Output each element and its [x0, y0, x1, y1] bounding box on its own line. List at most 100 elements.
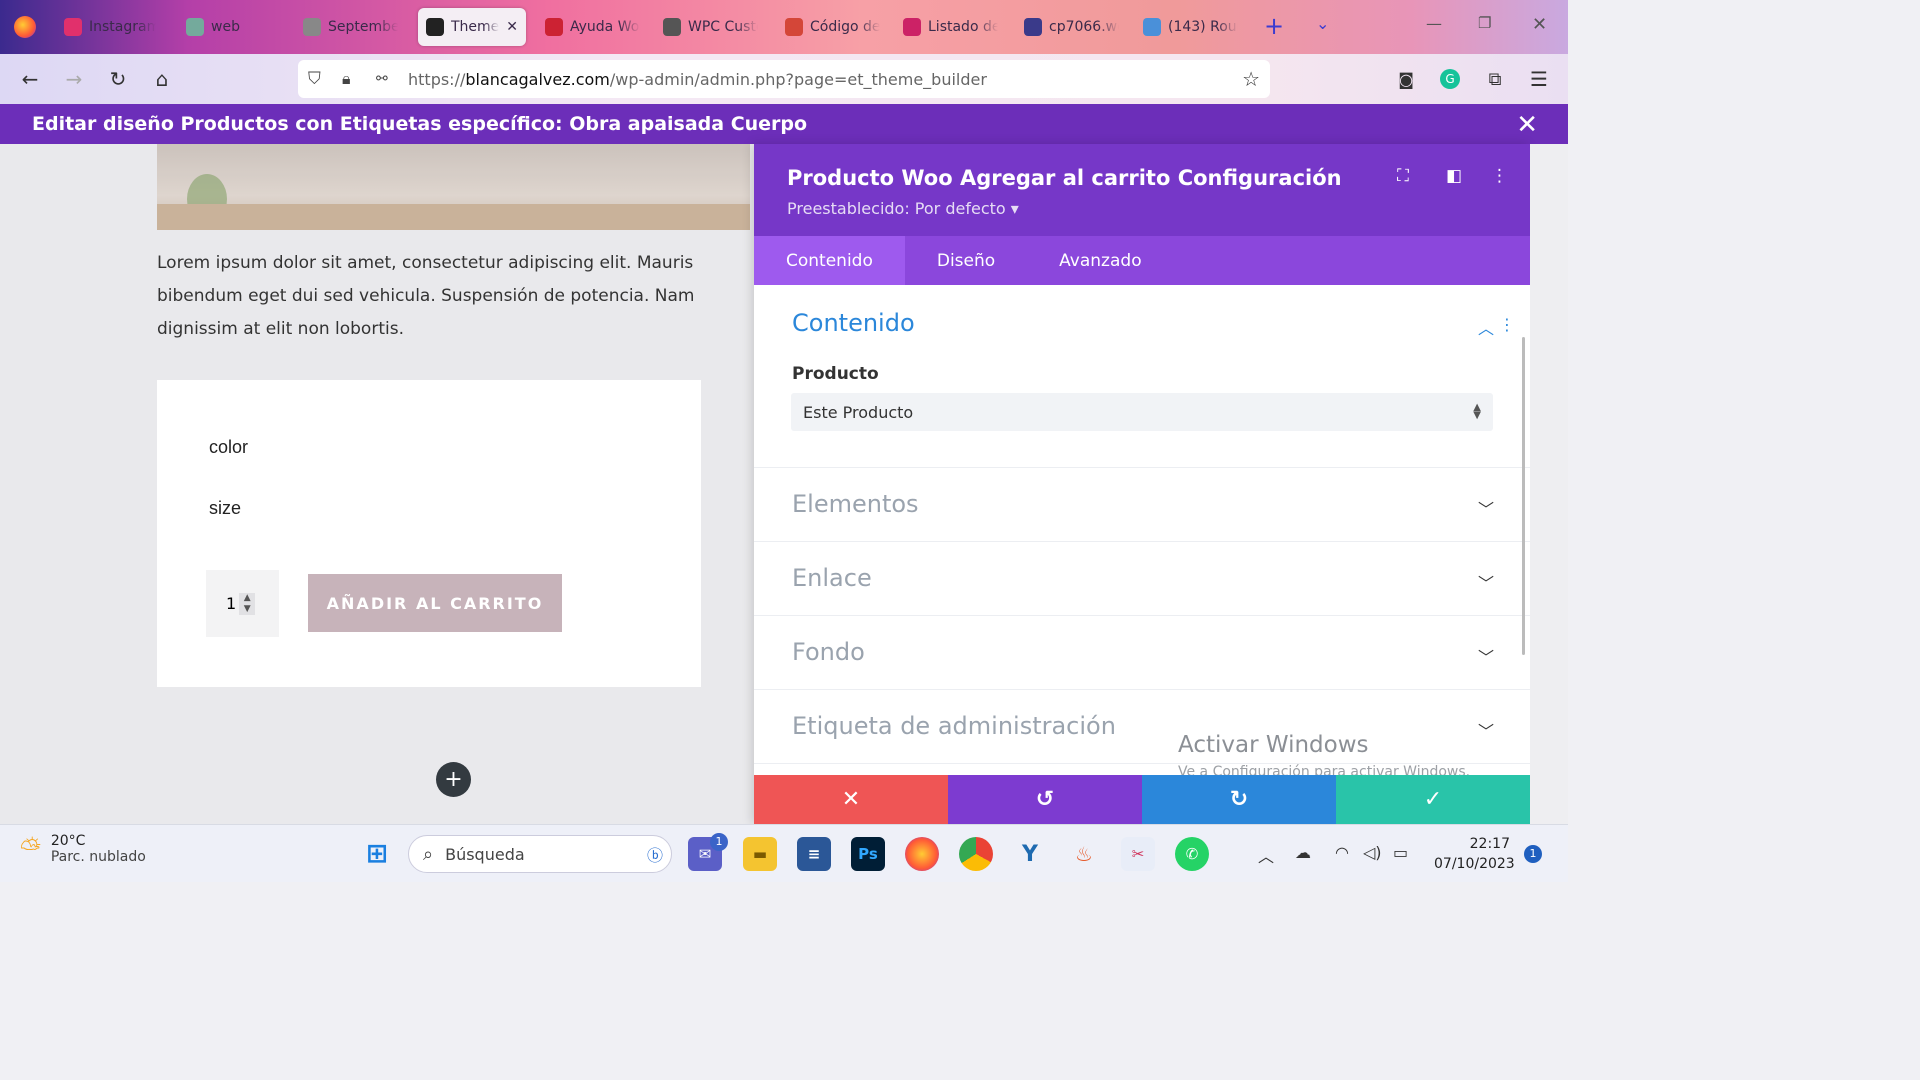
firefox-menu-icon[interactable]	[14, 16, 36, 38]
minimize-button[interactable]: —	[1426, 14, 1442, 33]
tab-diseno[interactable]: Diseño	[905, 236, 1027, 285]
tab-list-chevron-icon[interactable]: ⌄	[1316, 14, 1329, 33]
tray-expand-icon[interactable]: ︿	[1258, 843, 1274, 867]
extensions-icon[interactable]: ⧉	[1483, 67, 1507, 91]
close-builder-icon[interactable]: ✕	[1516, 110, 1538, 140]
temperature: 20°C	[50, 833, 86, 849]
gmail-icon	[785, 18, 803, 36]
tab-contenido[interactable]: Contenido	[754, 236, 905, 285]
discard-button[interactable]: ✕	[754, 775, 948, 824]
quantity-input[interactable]: 1 ▲ ▼	[206, 570, 279, 637]
back-icon[interactable]: ←	[18, 67, 42, 91]
yarn-icon[interactable]: Y	[1013, 837, 1047, 871]
add-module-button[interactable]: +	[436, 762, 471, 797]
browser-tab[interactable]: Ayuda Wo	[545, 8, 640, 46]
address-bar[interactable]: ⛉ 🔒︎ ⚯ https://blancagalvez.com/wp-admin…	[298, 60, 1270, 98]
battery-icon[interactable]: ▭	[1393, 843, 1408, 862]
notification-badge[interactable]: 1	[1524, 845, 1542, 863]
tab-label: Listado de	[928, 19, 998, 35]
size-attribute-label: size	[209, 498, 242, 518]
grammarly-icon[interactable]: G	[1438, 67, 1462, 91]
whatsapp-icon[interactable]: ✆	[1175, 837, 1209, 871]
chevron-down-icon[interactable]: ﹀	[1478, 718, 1494, 742]
new-tab-button[interactable]: +	[1264, 12, 1284, 40]
wifi-icon[interactable]: ◠	[1335, 843, 1349, 862]
firefox-icon[interactable]	[905, 837, 939, 871]
more-options-icon[interactable]: ⋮	[1491, 166, 1508, 186]
section-options-icon[interactable]: ⋮	[1499, 315, 1515, 334]
browser-tab[interactable]: cp7066.we	[1024, 8, 1119, 46]
lock-icon[interactable]: 🔒︎	[342, 69, 351, 89]
tab-label: WPC Custo	[688, 19, 758, 35]
pocket-icon[interactable]: ◙	[1394, 67, 1418, 91]
panel-tabs: Contenido Diseño Avanzado	[754, 236, 1530, 285]
browser-tab[interactable]: Código de	[785, 8, 880, 46]
redo-button[interactable]: ↻	[1142, 775, 1336, 824]
bookmark-star-icon[interactable]: ☆	[1242, 67, 1260, 91]
close-tab-icon[interactable]: ✕	[506, 19, 518, 35]
windows-taskbar: ⛅︎ 20°C Parc. nublado ⊞ ⌕ Búsqueda ⓑ ✉ 1 …	[0, 824, 1568, 882]
browser-tab[interactable]: Instagram	[64, 8, 156, 46]
page-preview: Lorem ipsum dolor sit amet, consectetur …	[0, 144, 754, 824]
close-window-button[interactable]: ✕	[1532, 14, 1547, 35]
panel-scrollbar[interactable]	[1522, 337, 1525, 655]
section-title: Enlace	[792, 564, 872, 592]
chevron-up-icon[interactable]: ︿	[1478, 315, 1494, 339]
weather-widget[interactable]: ⛅︎ 20°C Parc. nublado	[20, 833, 146, 865]
preset-selector[interactable]: Preestablecido: Por defecto ▾	[787, 199, 1019, 218]
section-enlace[interactable]: Enlace ﹀	[754, 542, 1530, 616]
tab-label: Theme	[451, 19, 500, 35]
clock[interactable]: 22:17 07/10/2023	[1434, 834, 1515, 874]
url-text[interactable]: https://blancagalvez.com/wp-admin/admin.…	[408, 70, 987, 89]
color-attribute-label: color	[209, 437, 249, 457]
instagram-icon	[64, 18, 82, 36]
section-fondo[interactable]: Fondo ﹀	[754, 616, 1530, 690]
section-etiqueta-admin[interactable]: Etiqueta de administración ﹀	[754, 690, 1530, 764]
browser-tab[interactable]: Listado de	[903, 8, 998, 46]
quantity-spinner-icon[interactable]: ▲ ▼	[239, 592, 256, 615]
home-icon[interactable]: ⌂	[150, 67, 174, 91]
app-menu-icon[interactable]: ☰	[1527, 67, 1551, 91]
word-document-icon[interactable]: ≡	[797, 837, 831, 871]
add-to-cart-button[interactable]: AÑADIR AL CARRITO	[308, 574, 562, 632]
volume-icon[interactable]: ◁)	[1363, 843, 1382, 862]
product-select[interactable]: Este Producto ▲ ▼	[791, 393, 1493, 431]
browser-tab[interactable]: Theme ✕	[418, 8, 526, 46]
panel-title: Producto Woo Agregar al carrito Configur…	[787, 166, 1342, 190]
cube-icon	[1143, 18, 1161, 36]
snipping-tool-icon[interactable]: ✂	[1121, 837, 1155, 871]
partly-cloudy-icon: ⛅︎	[20, 833, 41, 864]
save-button[interactable]: ✓	[1336, 775, 1530, 824]
chrome-icon[interactable]	[959, 837, 993, 871]
flame-app-icon[interactable]: ♨	[1067, 837, 1101, 871]
tab-label: Código de	[810, 19, 880, 35]
browser-tab[interactable]: (143) Rour	[1143, 8, 1240, 46]
fullscreen-icon[interactable]: ⛶	[1397, 166, 1409, 186]
browser-tab[interactable]: September Co	[303, 8, 403, 46]
windows-start-icon[interactable]: ⊞	[360, 837, 394, 871]
permissions-icon[interactable]: ⚯	[376, 71, 388, 87]
reload-icon[interactable]: ↻	[106, 67, 130, 91]
split-view-icon[interactable]: ◧	[1446, 166, 1462, 186]
restore-button[interactable]: ❐	[1478, 14, 1491, 32]
tab-label: cp7066.we	[1049, 19, 1119, 35]
browser-tab[interactable]: web	[186, 8, 276, 46]
tab-label: September Co	[328, 19, 398, 35]
onedrive-icon[interactable]: ☁	[1295, 843, 1311, 862]
browser-tab[interactable]: WPC Custo	[663, 8, 763, 46]
tab-label: web	[211, 19, 240, 35]
photoshop-icon[interactable]: Ps	[851, 837, 885, 871]
taskbar-search[interactable]: ⌕ Búsqueda ⓑ	[408, 835, 672, 873]
bing-icon[interactable]: ⓑ	[647, 842, 663, 866]
select-arrows-icon: ▲ ▼	[1473, 402, 1481, 421]
section-elementos[interactable]: Elementos ﹀	[754, 468, 1530, 542]
shield-icon[interactable]: ⛉	[308, 69, 321, 89]
chevron-down-icon[interactable]: ﹀	[1478, 570, 1494, 594]
add-to-cart-module[interactable]: color size 1 ▲ ▼ AÑADIR AL CARRITO	[157, 380, 701, 687]
chevron-down-icon[interactable]: ﹀	[1478, 644, 1494, 668]
chevron-down-icon[interactable]: ﹀	[1478, 496, 1494, 520]
undo-button[interactable]: ↺	[948, 775, 1142, 824]
forward-icon[interactable]: →	[62, 67, 86, 91]
file-explorer-icon[interactable]: ▬	[743, 837, 777, 871]
tab-avanzado[interactable]: Avanzado	[1027, 236, 1173, 285]
